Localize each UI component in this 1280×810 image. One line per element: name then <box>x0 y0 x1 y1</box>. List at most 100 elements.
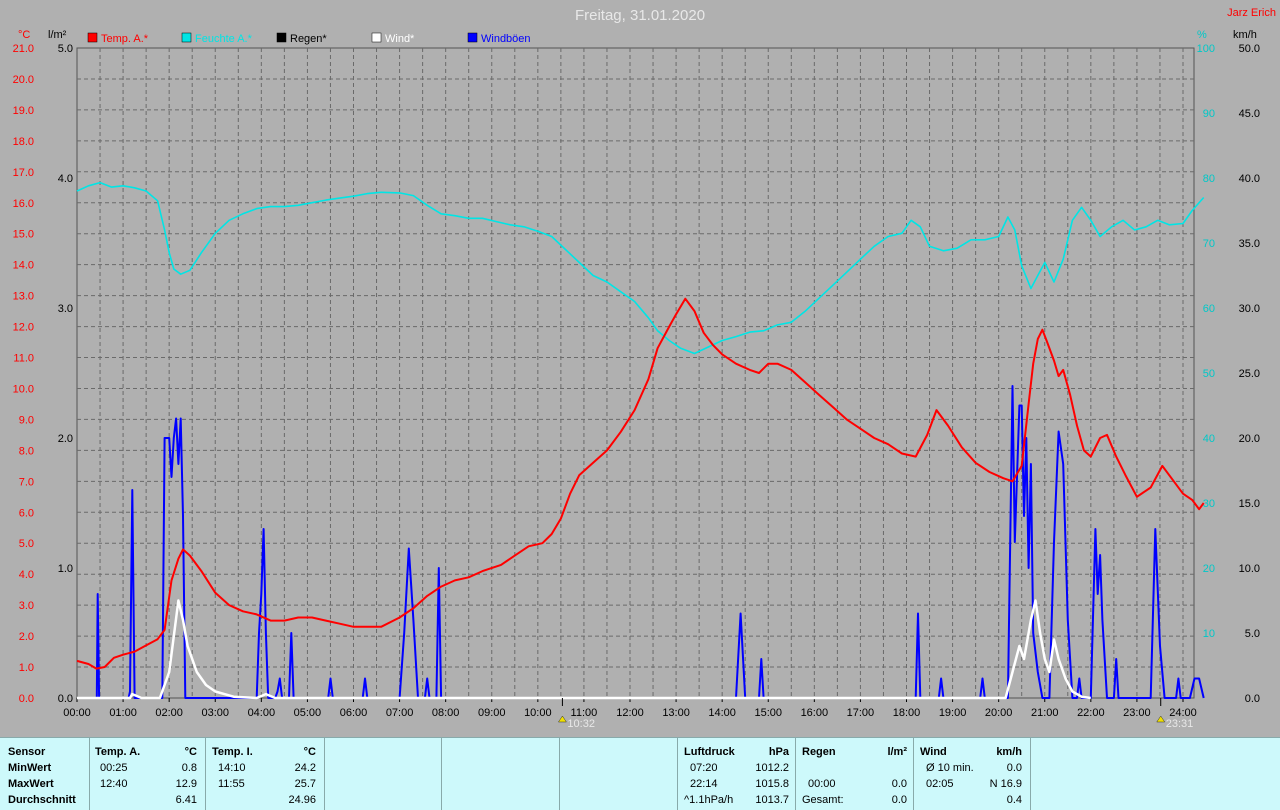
x-tick-label: 15:00 <box>754 707 782 719</box>
header-rain-unit: l/m² <box>887 746 907 758</box>
unit-humidity: % <box>1197 29 1207 41</box>
r-total-label: Gesamt: <box>802 794 844 806</box>
row-label-max: MaxWert <box>8 778 54 790</box>
r-max-time: 00:00 <box>808 778 836 790</box>
y-tick-temp: 10.0 <box>13 383 34 395</box>
plot-area <box>76 47 1195 699</box>
x-tick-label: 14:00 <box>708 707 736 719</box>
temp-i-column: Temp. I. °C 14:10 24.2 11:55 25.7 24.96 <box>206 738 325 810</box>
x-tick-label: 04:00 <box>248 707 276 719</box>
unit-wind: km/h <box>1233 29 1257 41</box>
x-tick-label: 00:00 <box>63 707 91 719</box>
legend-label: Regen* <box>290 33 327 45</box>
p-max-time: 22:14 <box>690 778 718 790</box>
y-tick-humidity: 60 <box>1203 303 1215 315</box>
unit-temp: °C <box>18 29 30 41</box>
y-tick-wind: 10.0 <box>1239 563 1260 575</box>
legend-label: Windböen <box>481 33 531 45</box>
p-min-time: 07:20 <box>690 762 718 774</box>
x-tick-label: 18:00 <box>893 707 921 719</box>
ta-avg-value: 6.41 <box>175 794 197 806</box>
y-tick-wind: 50.0 <box>1239 43 1260 55</box>
ti-min-time: 14:10 <box>218 762 246 774</box>
y-tick-temp: 21.0 <box>13 43 34 55</box>
ti-min-value: 24.2 <box>294 762 316 774</box>
w-max-value: N 16.9 <box>989 778 1022 790</box>
x-tick-label: 07:00 <box>386 707 414 719</box>
y-tick-rain: 4.0 <box>58 173 73 185</box>
legend-label: Wind* <box>385 33 415 45</box>
x-tick-label: 09:00 <box>478 707 506 719</box>
y-tick-temp: 13.0 <box>13 291 34 303</box>
y-tick-temp: 19.0 <box>13 105 34 117</box>
x-tick-label: 03:00 <box>201 707 229 719</box>
y-tick-humidity: 40 <box>1203 433 1215 445</box>
ta-max-value: 12.9 <box>175 778 197 790</box>
y-tick-temp: 6.0 <box>19 507 34 519</box>
y-tick-rain: 5.0 <box>58 43 73 55</box>
y-tick-rain: 0.0 <box>58 693 73 705</box>
ti-max-value: 25.7 <box>294 778 316 790</box>
y-tick-humidity: 20 <box>1203 563 1215 575</box>
y-tick-wind: 0.0 <box>1245 693 1260 705</box>
y-tick-temp: 4.0 <box>19 569 34 581</box>
y-tick-humidity: 50 <box>1203 368 1215 380</box>
ta-min-time: 00:25 <box>100 762 128 774</box>
y-tick-temp: 18.0 <box>13 136 34 148</box>
y-tick-temp: 14.0 <box>13 260 34 272</box>
wind-column: Wind km/h Ø 10 min. 0.0 02:05 N 16.9 0.4 <box>914 738 1031 810</box>
ti-max-time: 11:55 <box>218 778 245 790</box>
y-tick-temp: 20.0 <box>13 74 34 86</box>
y-tick-humidity: 90 <box>1203 108 1215 120</box>
x-tick-label: 20:00 <box>985 707 1013 719</box>
row-label-min: MinWert <box>8 762 52 774</box>
header-temp-i-unit: °C <box>303 746 316 758</box>
sunrise-label: 10:32 <box>567 718 595 730</box>
statistics-panel: Sensor MinWert MaxWert Durchschnitt Temp… <box>0 737 1280 810</box>
x-tick-label: 16:00 <box>801 707 829 719</box>
y-tick-humidity: 10 <box>1203 628 1215 640</box>
y-tick-wind: 35.0 <box>1239 238 1260 250</box>
sunset-icon <box>1156 715 1166 723</box>
header-temp-a: Temp. A. <box>95 746 141 758</box>
legend-label: Feuchte A.* <box>195 33 253 45</box>
header-sensor: Sensor <box>8 746 46 758</box>
y-tick-wind: 45.0 <box>1239 108 1260 120</box>
header-pressure-unit: hPa <box>768 746 789 758</box>
x-tick-label: 06:00 <box>340 707 368 719</box>
temp-a-column: Temp. A. °C 00:25 0.8 12:40 12.9 6.41 <box>90 738 206 810</box>
y-tick-rain: 1.0 <box>58 563 73 575</box>
x-tick-label: 23:00 <box>1123 707 1151 719</box>
p-avg-value: 1013.7 <box>755 794 789 806</box>
row-label-avg: Durchschnitt <box>8 794 76 806</box>
unit-rain: l/m² <box>48 29 67 41</box>
x-tick-label: 17:00 <box>847 707 875 719</box>
w-avg10-value: 0.0 <box>1006 762 1022 774</box>
y-tick-temp: 11.0 <box>13 353 34 365</box>
y-tick-wind: 15.0 <box>1239 498 1260 510</box>
empty-column-3 <box>560 738 678 810</box>
y-tick-temp: 16.0 <box>13 198 34 210</box>
weather-chart: Freitag, 31.01.2020 Jarz Erich 0.0 1.0 2.0 3.… <box>13 7 1276 730</box>
x-tick-label: 05:00 <box>294 707 322 719</box>
x-tick-label: 21:00 <box>1031 707 1059 719</box>
header-wind: Wind <box>920 746 947 758</box>
y-tick-temp: 0.0 <box>19 693 34 705</box>
x-tick-label: 12:00 <box>616 707 644 719</box>
sensor-column: Sensor MinWert MaxWert Durchschnitt <box>0 738 90 810</box>
header-temp-a-unit: °C <box>184 746 197 758</box>
legend-swatch <box>467 32 478 43</box>
pressure-column: Luftdruck hPa 07:20 1012.2 22:14 1015.8 … <box>678 738 796 810</box>
y-tick-rain: 2.0 <box>58 433 73 445</box>
w-avg-value: 0.4 <box>1006 794 1022 806</box>
rain-column: Regen l/m² 00:00 0.0 Gesamt: 0.0 <box>796 738 914 810</box>
w-avg10-label: Ø 10 min. <box>926 762 974 774</box>
ti-avg-value: 24.96 <box>288 794 316 806</box>
y-tick-wind: 30.0 <box>1239 303 1260 315</box>
header-pressure: Luftdruck <box>684 746 735 758</box>
header-rain: Regen <box>802 746 836 758</box>
author-label: Jarz Erich <box>1227 7 1276 19</box>
empty-column-1 <box>325 738 442 810</box>
y-tick-humidity: 100 <box>1197 43 1215 55</box>
y-tick-temp: 1.0 <box>19 662 34 674</box>
